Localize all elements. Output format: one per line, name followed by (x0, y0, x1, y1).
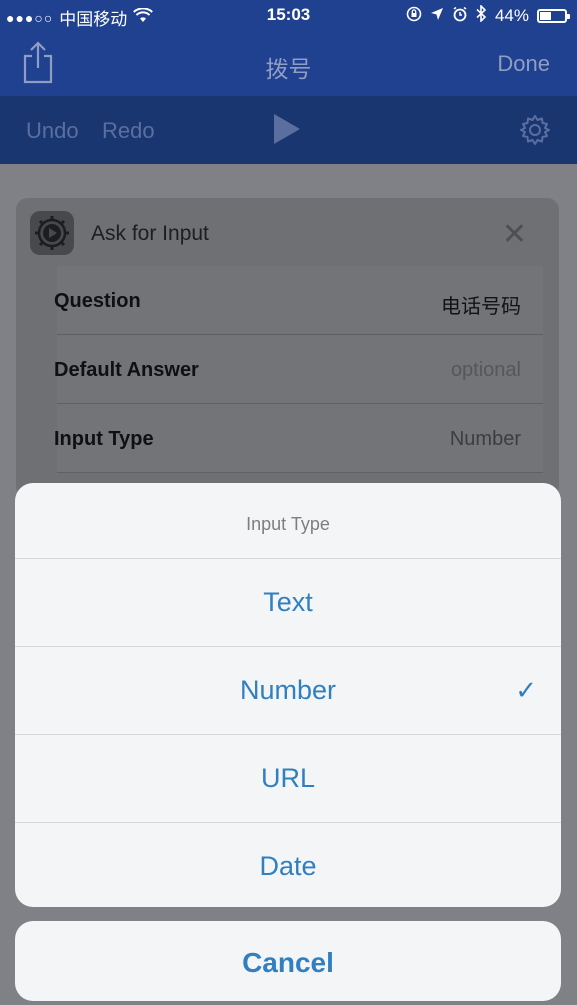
close-icon[interactable]: ✕ (502, 220, 527, 250)
bluetooth-icon (476, 4, 487, 27)
undo-button[interactable]: Undo (26, 118, 79, 144)
cancel-button[interactable]: Cancel (15, 921, 561, 1001)
battery-percent: 44% (494, 6, 529, 25)
question-value[interactable]: 电话号码 (441, 290, 521, 319)
default-answer-label: Default Answer (54, 359, 199, 381)
play-icon[interactable] (272, 112, 302, 151)
option-number[interactable]: Number ✓ (15, 647, 561, 735)
question-row[interactable]: Question 电话号码 (54, 266, 543, 335)
action-gear-icon (30, 211, 74, 255)
page-title: 拨号 (265, 56, 312, 82)
option-url[interactable]: URL (15, 735, 561, 823)
action-card: Ask for Input ✕ Question 电话号码 Default An… (16, 198, 559, 498)
option-label: URL (260, 763, 315, 793)
input-type-row[interactable]: Input Type Number (54, 404, 543, 473)
input-type-sheet: Input Type Text Number ✓ URL Date (15, 483, 561, 907)
status-bar: ●●●○○ 中国移动 15:03 44% (0, 0, 577, 30)
navigation-bar: 拨号 Done (0, 30, 577, 96)
question-label: Question (54, 290, 141, 312)
battery-icon (537, 9, 570, 23)
default-answer-row[interactable]: Default Answer optional (54, 335, 543, 404)
done-button[interactable]: Done (497, 51, 550, 77)
option-label: Date (259, 851, 317, 881)
alarm-icon (452, 6, 468, 27)
option-text[interactable]: Text (15, 559, 561, 647)
gear-icon[interactable] (519, 114, 551, 151)
action-title: Ask for Input (91, 222, 209, 245)
editor-toolbar: Undo Redo (0, 96, 577, 164)
option-label: Number (239, 675, 337, 705)
status-right: 44% (406, 4, 570, 27)
parameter-list: Question 电话号码 Default Answer optional In… (54, 266, 543, 473)
option-date[interactable]: Date (15, 823, 561, 907)
option-label: Text (263, 587, 313, 617)
checkmark-icon: ✓ (515, 675, 537, 705)
default-answer-field[interactable]: optional (451, 359, 521, 382)
input-type-value[interactable]: Number (450, 428, 521, 451)
sheet-title: Input Type (15, 483, 561, 559)
location-arrow-icon (430, 6, 444, 26)
orientation-lock-icon (406, 6, 422, 27)
redo-button[interactable]: Redo (102, 118, 155, 144)
input-type-label: Input Type (54, 428, 154, 450)
battery-fill (540, 12, 551, 20)
